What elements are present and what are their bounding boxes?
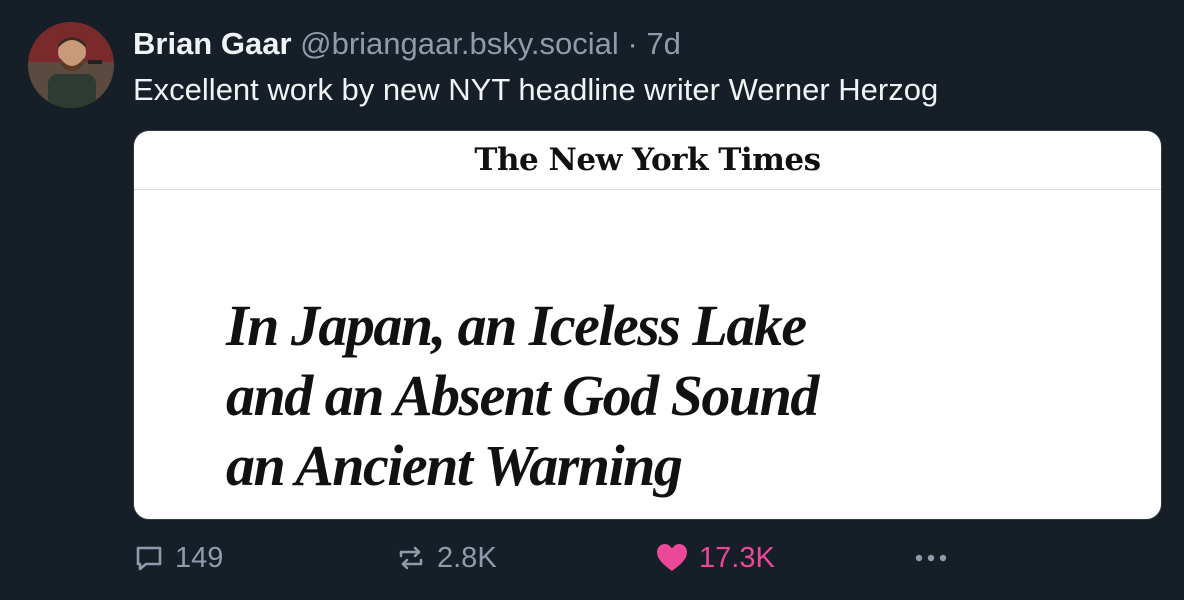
post-text: Excellent work by new NYT headline write… (133, 72, 939, 107)
reply-button[interactable]: 149 (133, 536, 223, 580)
like-count: 17.3K (699, 541, 775, 574)
repost-count: 2.8K (437, 541, 497, 574)
separator: · (627, 26, 638, 61)
post-time[interactable]: 7d (646, 26, 680, 61)
repost-icon (395, 542, 427, 574)
nyt-masthead: The New York Times (134, 131, 1161, 190)
author-name[interactable]: Brian Gaar (133, 26, 292, 61)
reply-icon (133, 542, 165, 574)
more-icon (913, 552, 949, 564)
heart-icon (655, 542, 689, 574)
reply-count: 149 (175, 541, 224, 574)
headline-line: an Ancient Warning (226, 433, 683, 498)
post-header: Brian Gaar @briangaar.bsky.social · 7d (133, 24, 681, 64)
headline-line: In Japan, an Iceless Lake (226, 293, 807, 358)
post-actions: 149 2.8K 17.3K (133, 536, 1163, 580)
author-handle[interactable]: @briangaar.bsky.social (300, 26, 619, 61)
headline-line: and an Absent God Sound (226, 363, 819, 428)
repost-button[interactable]: 2.8K (395, 536, 497, 580)
image-embed[interactable]: The New York Times In Japan, an Iceless … (133, 130, 1162, 520)
avatar[interactable] (28, 22, 114, 108)
like-button[interactable]: 17.3K (655, 536, 775, 580)
more-options-button[interactable] (913, 536, 949, 580)
article-headline: In Japan, an Iceless Lake and an Absent … (226, 291, 819, 501)
